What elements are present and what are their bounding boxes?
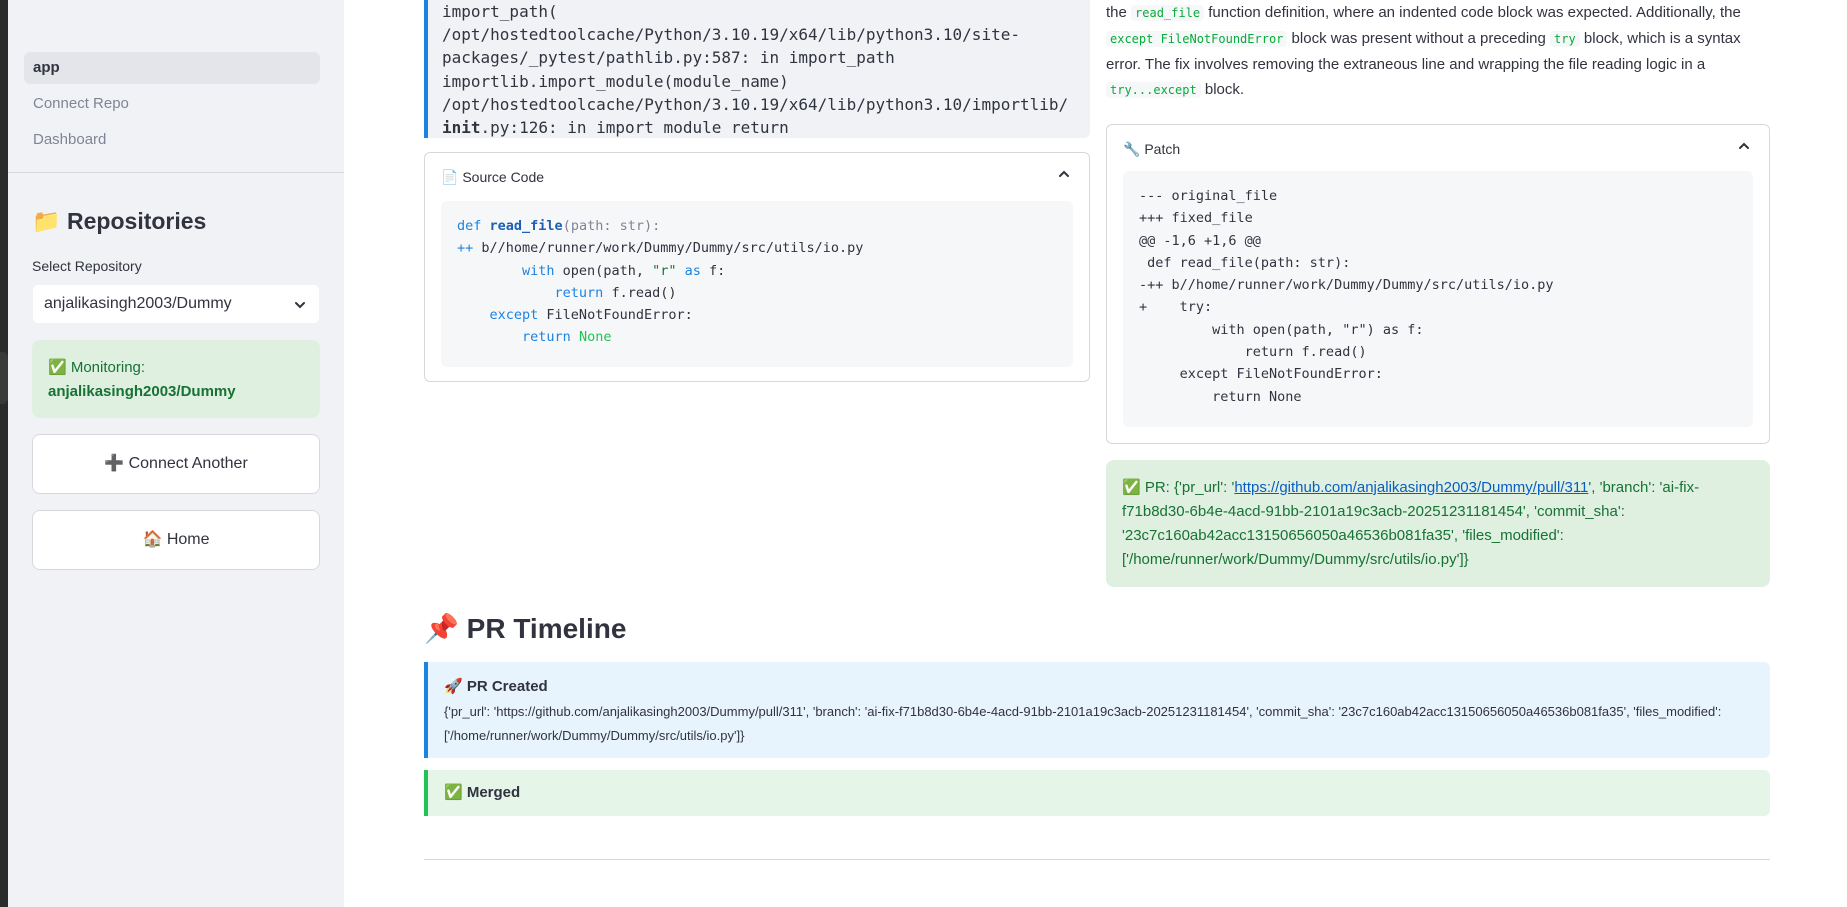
pr-result-prefix: ✅ PR: {'pr_url': ' (1122, 479, 1235, 496)
timeline-pr-created: 🚀 PR Created {'pr_url': 'https://github.… (424, 662, 1770, 758)
nav-item-dashboard[interactable]: Dashboard (24, 124, 320, 156)
code-token: None (570, 329, 612, 346)
pr-link[interactable]: https://github.com/anjalikasingh2003/Dum… (1234, 479, 1588, 496)
monitoring-repo: anjalikasingh2003/Dummy (48, 383, 236, 400)
code-token: with (522, 262, 555, 279)
chevron-down-icon (293, 285, 307, 323)
home-button[interactable]: 🏠 Home (32, 510, 320, 570)
edge-handle (0, 352, 8, 404)
monitoring-alert: ✅ Monitoring: anjalikasingh2003/Dummy (32, 340, 320, 418)
traceback-line: importlib.import_module(module_name) (442, 71, 789, 91)
sidebar: app Connect Repo Dashboard 📁 Repositorie… (8, 0, 344, 907)
traceback-line: /opt/hostedtoolcache/Python/3.10.19/x64/… (442, 25, 1020, 45)
repository-select-value: anjalikasingh2003/Dummy (44, 295, 232, 312)
inline-code: try (1550, 31, 1580, 47)
traceback-line: /opt/hostedtoolcache/Python/3.10.19/x64/… (442, 94, 1069, 114)
summary-text: block, which is a syntax (1579, 30, 1741, 47)
fix-summary: the read_file function definition, where… (1106, 0, 1828, 103)
traceback-bold: init (442, 118, 481, 138)
summary-text: block. (1200, 81, 1245, 98)
code-token: ++ (457, 240, 474, 257)
repositories-heading: 📁 Repositories (32, 208, 207, 234)
timeline-merged-title: ✅ Merged (444, 784, 521, 801)
code-token: return (522, 329, 571, 346)
repository-select[interactable]: anjalikasingh2003/Dummy (32, 284, 320, 324)
code-token: (path: str): (562, 218, 661, 234)
code-token: "r" (652, 262, 677, 279)
source-code-expander[interactable]: 📄 Source Code def read_file(path: str): … (424, 152, 1090, 382)
code-token: except (489, 307, 539, 324)
code-token: f.read() (603, 284, 677, 301)
traceback-line: packages/_pytest/pathlib.py:587: in impo… (442, 48, 895, 68)
code-token: return (554, 284, 604, 301)
source-code-block: def read_file(path: str): ++ b//home/run… (441, 201, 1073, 367)
traceback-line: import_path( (442, 2, 558, 21)
patch-code-block: --- original_file +++ fixed_file @@ -1,6… (1123, 171, 1753, 427)
code-token: FileNotFoundError: (538, 307, 693, 324)
code-token: as (676, 262, 701, 279)
traceback-rest: .py:126: in import module return (480, 118, 789, 138)
code-token: read_file (489, 218, 563, 234)
inline-code: read_file (1131, 5, 1205, 21)
pr-timeline-heading: 📌 PR Timeline (424, 613, 627, 644)
timeline-merged: ✅ Merged (424, 770, 1770, 816)
summary-text: the (1106, 4, 1132, 21)
summary-text: block was present without a preceding (1287, 30, 1551, 47)
chevron-up-icon[interactable] (1057, 167, 1071, 184)
nav-item-connect-repo[interactable]: Connect Repo (24, 88, 320, 120)
nav-item-app[interactable]: app (24, 52, 320, 84)
inline-code: try...except (1106, 82, 1201, 98)
timeline-pr-created-title: 🚀 PR Created (444, 678, 548, 695)
timeline-pr-created-body: {'pr_url': 'https://github.com/anjalikas… (444, 704, 1722, 743)
summary-text: error. The fix involves removing the ext… (1106, 56, 1706, 73)
traceback-line-last: init.py:126: in import module return (442, 116, 1076, 138)
sidebar-nav: app Connect Repo Dashboard (24, 52, 320, 160)
patch-expander[interactable]: 🔧 Patch --- original_file +++ fixed_file… (1106, 124, 1770, 444)
select-repository-label: Select Repository (32, 258, 142, 274)
chevron-up-icon[interactable] (1737, 139, 1751, 156)
monitoring-label: ✅ Monitoring: (48, 359, 146, 376)
sidebar-divider (8, 172, 344, 173)
code-token: f: (700, 262, 726, 279)
main-content: import_path( /opt/hostedtoolcache/Python… (344, 0, 1847, 907)
pr-result-alert: ✅ PR: {'pr_url': 'https://github.com/anj… (1106, 460, 1770, 587)
window-edge (0, 0, 8, 907)
code-token: b//home/runner/work/Dummy/Dummy/src/util… (473, 240, 864, 257)
traceback-block: import_path( /opt/hostedtoolcache/Python… (424, 0, 1090, 138)
summary-text: function definition, where an indented c… (1204, 4, 1741, 21)
content-divider (424, 859, 1770, 860)
code-token: def (457, 218, 482, 234)
inline-code: except FileNotFoundError (1106, 31, 1288, 47)
code-token: open(path, (554, 262, 653, 279)
patch-header[interactable]: 🔧 Patch (1123, 141, 1180, 158)
source-code-header[interactable]: 📄 Source Code (441, 169, 544, 186)
connect-another-button[interactable]: ➕ Connect Another (32, 434, 320, 494)
